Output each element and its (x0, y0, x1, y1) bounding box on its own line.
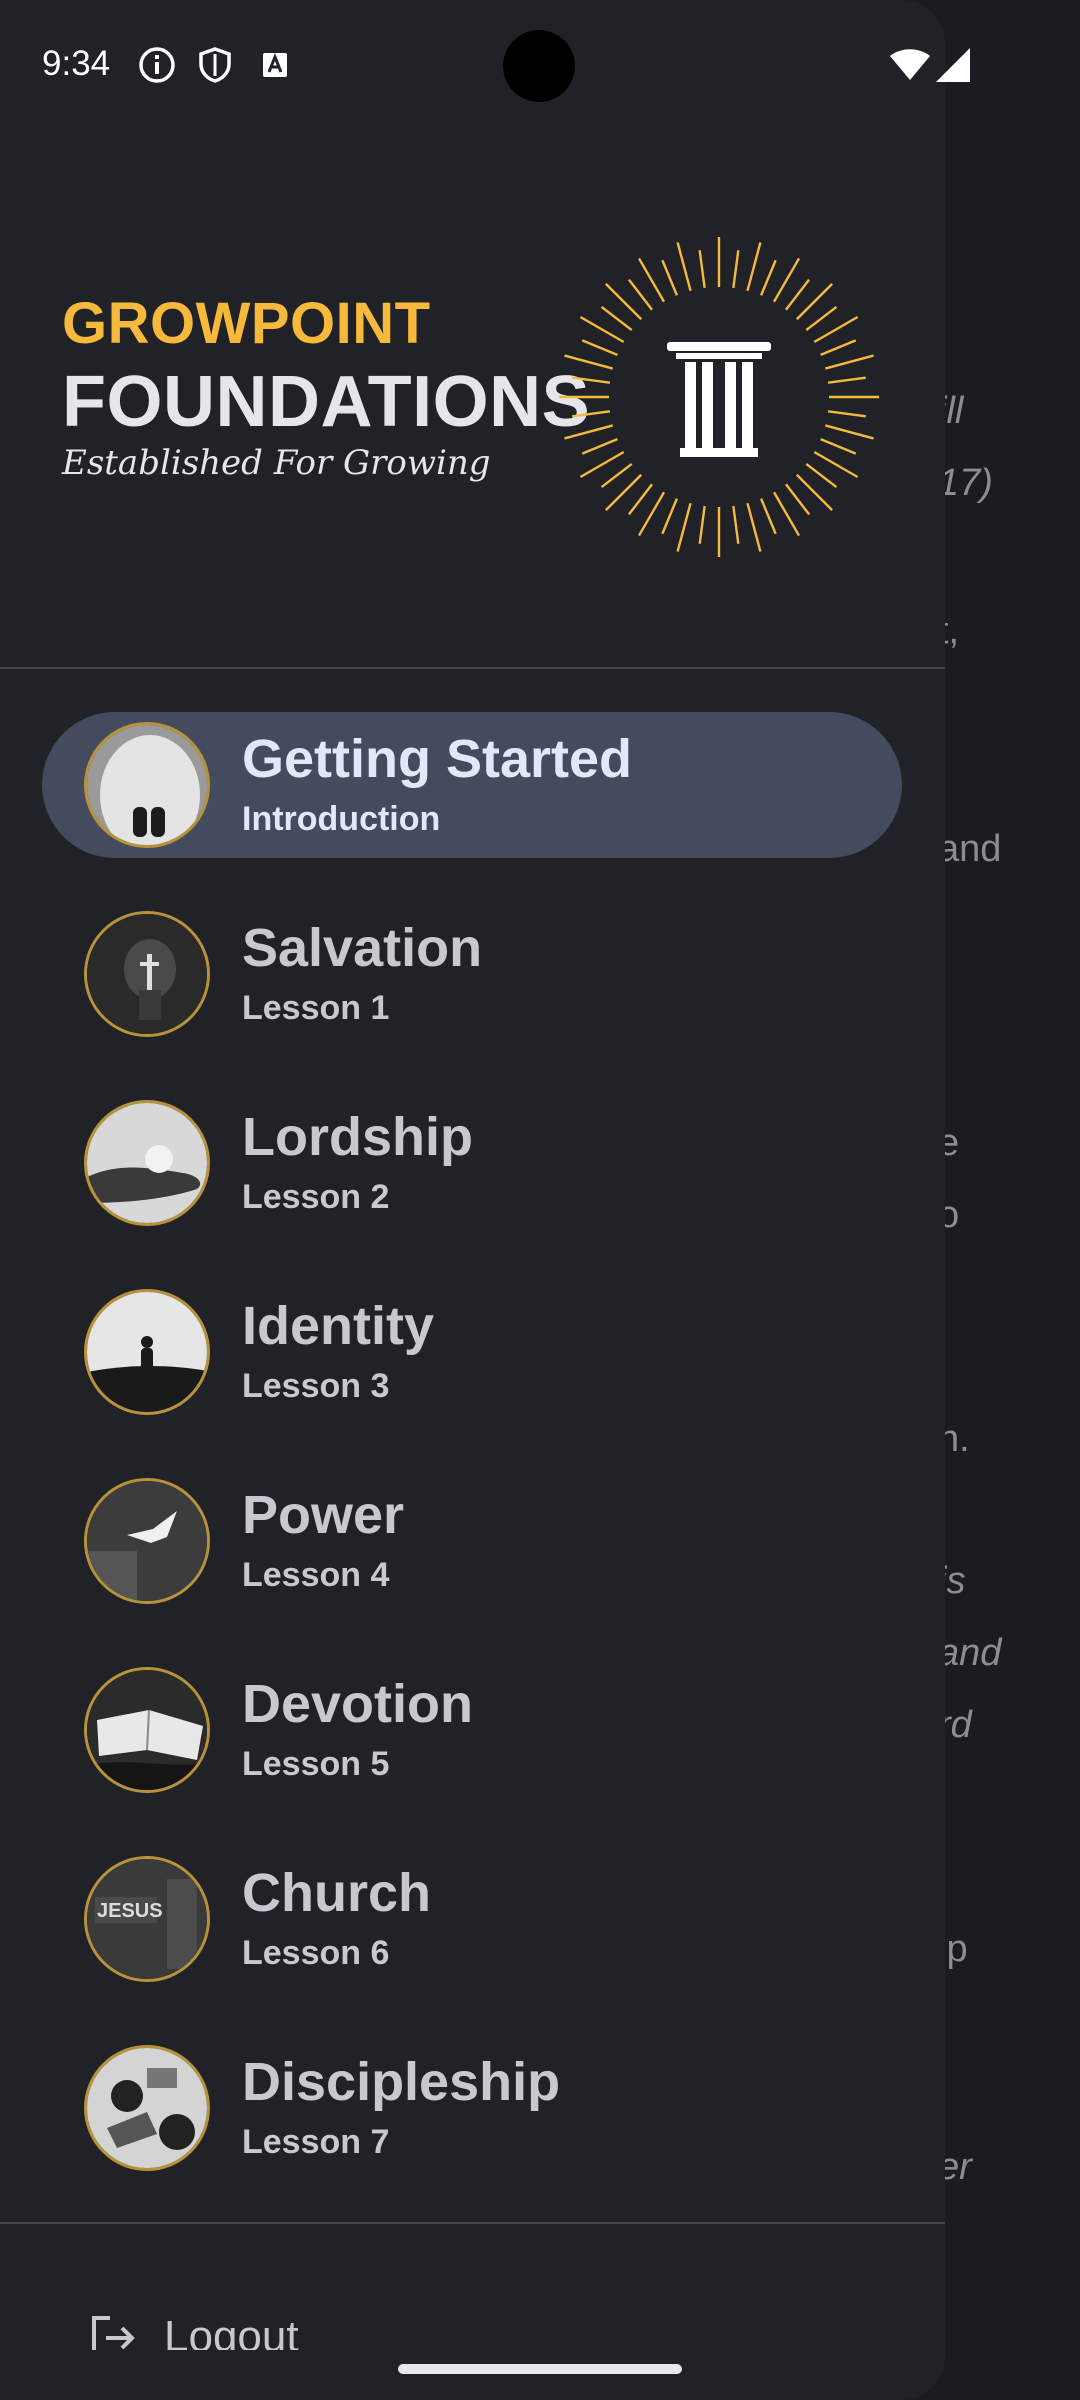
info-icon (139, 47, 175, 83)
lesson-title: Getting Started (242, 729, 633, 789)
emblem-ray (564, 354, 614, 370)
emblem-ray (746, 502, 762, 552)
lesson-thumbnail (84, 1478, 210, 1604)
navigation-drawer: GROWPOINT FOUNDATIONS Established For Gr… (0, 0, 945, 2400)
emblem-ray (772, 257, 801, 303)
emblem-ray (820, 437, 857, 455)
lesson-subtitle: Introduction (242, 800, 441, 838)
brand-main-text: FOUNDATIONS (62, 362, 591, 442)
lesson-item-lordship[interactable]: Lordship Lesson 2 (42, 1090, 902, 1236)
emblem-ray (824, 424, 874, 440)
lesson-title: Salvation (242, 918, 483, 978)
home-indicator[interactable] (398, 2364, 682, 2374)
lesson-title: Discipleship (242, 2052, 561, 2112)
logout-icon (92, 2316, 135, 2350)
svg-text:JESUS: JESUS (97, 1900, 163, 1922)
emblem-ray (827, 376, 866, 384)
footer-divider (0, 2222, 945, 2224)
emblem-ray (661, 498, 679, 535)
app-logo: GROWPOINT FOUNDATIONS Established For Gr… (62, 290, 590, 483)
emblem-ray (813, 450, 859, 479)
emblem-ray (746, 242, 762, 292)
lesson-title: Devotion (242, 1674, 474, 1734)
lesson-subtitle: Lesson 5 (242, 1745, 390, 1783)
emblem-ray (572, 410, 611, 418)
lesson-item-identity[interactable]: Identity Lesson 3 (42, 1279, 902, 1425)
emblem-ray (785, 483, 811, 516)
emblem-ray (805, 463, 838, 489)
emblem-ray (813, 315, 859, 344)
lesson-item-getting-started[interactable]: Getting Started Introduction (42, 712, 902, 858)
lesson-item-power[interactable]: Power Lesson 4 (42, 1468, 902, 1614)
lesson-thumbnail (84, 1100, 210, 1226)
emblem-ray (627, 278, 653, 311)
emblem-ray (785, 278, 811, 311)
emblem-ray (581, 437, 618, 455)
lesson-subtitle: Lesson 7 (242, 2123, 390, 2161)
lesson-thumbnail: JESUS (84, 1856, 210, 1982)
lesson-item-church[interactable]: JESUS Church Lesson 6 (42, 1846, 902, 1992)
lesson-thumbnail (84, 2045, 210, 2171)
lesson-item-salvation[interactable]: Salvation Lesson 1 (42, 901, 902, 1047)
logout-button[interactable]: Logout (88, 2312, 388, 2350)
emblem-ray (820, 339, 857, 357)
lesson-subtitle: Lesson 4 (242, 1556, 390, 1594)
lesson-title: Identity (242, 1296, 435, 1356)
header-divider (0, 667, 945, 669)
background-text-fragment: and (938, 828, 1002, 870)
emblem-ray (637, 257, 666, 303)
emblem-ray (579, 450, 625, 479)
emblem-ray (759, 498, 777, 535)
background-text-fragment: 17) (938, 462, 993, 504)
lesson-title: Power (242, 1485, 405, 1545)
status-time: 9:34 (42, 44, 111, 83)
emblem-ray (600, 305, 633, 331)
shield-icon (199, 47, 231, 83)
logout-label: Logout (164, 2312, 299, 2350)
status-bar: 9:34 (0, 0, 1080, 132)
camera-cutout (503, 30, 575, 102)
lesson-title: Lordship (242, 1107, 473, 1167)
emblem-ray (564, 424, 614, 440)
emblem-ray (698, 250, 706, 289)
brand-top-text: GROWPOINT (62, 291, 431, 356)
emblem-ray (805, 305, 838, 331)
emblem-ray (824, 354, 874, 370)
keyboard-a-icon (263, 52, 287, 77)
emblem-ray (759, 259, 777, 296)
lesson-subtitle: Lesson 2 (242, 1178, 390, 1216)
emblem-ray (676, 242, 692, 292)
emblem-ray (581, 339, 618, 357)
emblem-ray (772, 491, 801, 537)
emblem-ray (637, 491, 666, 537)
lesson-subtitle: Lesson 6 (242, 1934, 390, 1972)
emblem-ray (698, 505, 706, 544)
lesson-thumbnail (84, 1667, 210, 1793)
lesson-thumbnail (84, 911, 210, 1037)
emblem-ray (579, 315, 625, 344)
lesson-item-discipleship[interactable]: Discipleship Lesson 7 (42, 2035, 902, 2181)
emblem-ray (661, 259, 679, 296)
emblem-ray (600, 463, 633, 489)
lesson-subtitle: Lesson 1 (242, 989, 390, 1027)
background-text-fragment: and (938, 1632, 1002, 1674)
emblem-ray (732, 250, 740, 289)
emblem-ray (572, 376, 611, 384)
lesson-thumbnail (84, 1289, 210, 1415)
emblem-ray (827, 410, 866, 418)
lesson-item-devotion[interactable]: Devotion Lesson 5 (42, 1657, 902, 1803)
lesson-subtitle: Lesson 3 (242, 1367, 390, 1405)
lesson-title: Church (242, 1863, 431, 1923)
emblem-ray (676, 502, 692, 552)
wifi-icon (890, 49, 930, 80)
brand-tagline: Established For Growing (62, 443, 491, 483)
lesson-thumbnail (84, 722, 210, 848)
pillar-emblem-icon (559, 237, 879, 557)
signal-icon (936, 48, 970, 82)
emblem-ray (627, 483, 653, 516)
emblem-ray (732, 505, 740, 544)
